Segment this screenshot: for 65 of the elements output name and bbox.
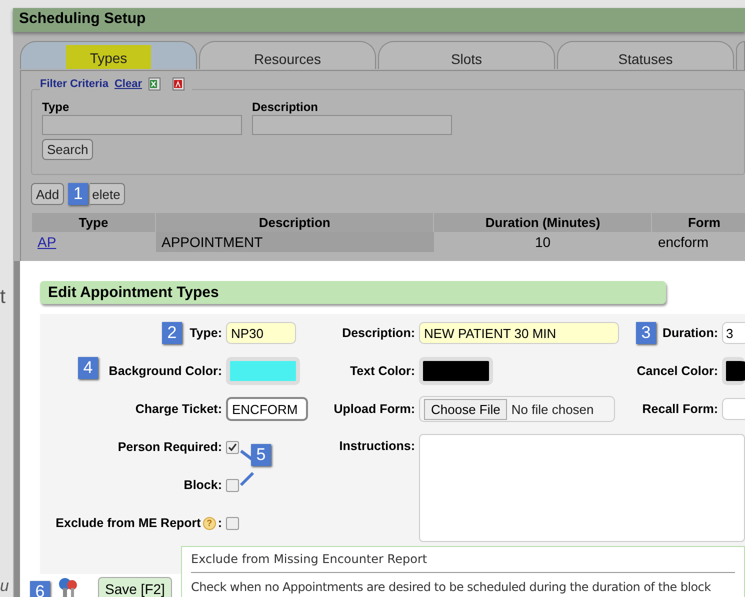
save-button[interactable]: Save [F2] [98,577,172,597]
tab[interactable]: Statuses [557,41,734,69]
field-label: Type [42,100,70,115]
color-swatch[interactable] [419,357,493,385]
field-label: Block: [184,478,222,492]
tooltip-text: Check when no Appointments are desired to be scheduled during the duration of the block [191,579,712,594]
callout-badge: 4 [78,357,98,379]
field-label: Recall Form: [642,402,718,416]
checkbox[interactable] [226,478,239,492]
filter-input[interactable] [42,115,242,135]
callout-badge: 1 [68,183,88,205]
dialog-title: Edit Appointment Types [40,281,666,304]
file-status: No file chosen [511,402,594,416]
field-label: Description [252,100,320,115]
field-label: Type: [190,326,222,340]
field-label: Charge Ticket: [135,402,222,416]
checkbox[interactable] [226,440,239,454]
label-colon: : [218,516,222,530]
color-swatch[interactable] [226,357,300,385]
column-header: Duration (Minutes) [434,213,652,232]
column-header: Type [32,213,156,232]
action-button[interactable]: Add [31,183,64,205]
callout-badge: 5 [251,444,271,466]
instructions-textarea[interactable] [419,434,745,542]
field-label: Background Color: [108,364,222,378]
callout-badge: 2 [162,322,182,344]
text-field[interactable]: NP30 [226,322,296,344]
column-header: Description [156,213,434,232]
field-label: Upload Form: [334,402,415,416]
tab[interactable] [736,41,745,70]
spreadsheet-icon[interactable] [148,77,162,91]
field-label: Description: [342,326,415,340]
file-field[interactable]: Choose File No file chosen [419,396,615,422]
color-swatch[interactable] [722,357,745,385]
checkbox[interactable] [226,516,239,530]
edge-text: t [0,286,6,309]
pdf-icon[interactable] [172,77,186,91]
tooltip-title: Exclude from Missing Encounter Report [191,547,735,573]
field-label: Text Color: [350,364,415,378]
tab[interactable]: Resources [199,41,376,69]
tab[interactable]: Types [20,41,197,69]
filter-input[interactable] [252,115,452,135]
filter-legend: Filter Criteria [40,78,108,90]
column-header: Form [652,213,745,232]
text-field[interactable]: ENCFORM [226,397,308,421]
clear-link[interactable]: Clear [114,78,142,90]
field-label: Cancel Color: [636,364,718,378]
field-label: Duration: [662,326,718,340]
text-field[interactable] [722,398,745,420]
type-link[interactable]: AP [38,234,56,250]
search-button[interactable]: Search [42,139,94,160]
page-title: Scheduling Setup [13,8,745,32]
edge-text: u [0,578,9,596]
callout-badge: 6 [30,581,50,597]
action-button[interactable]: elete [90,183,126,205]
table-cell: 10 [434,232,652,252]
field-label: Exclude from ME Report [56,516,201,530]
field-label: Person Required: [118,440,222,454]
table-cell-highlighted: APPOINTMENT [156,232,434,252]
field-label: Instructions: [339,439,415,453]
text-field[interactable]: NEW PATIENT 30 MIN [419,322,619,344]
text-field[interactable]: 3 [722,322,745,344]
callout-badge: 3 [636,322,656,344]
tab[interactable]: Slots [378,41,555,69]
choose-file-button[interactable]: Choose File [424,398,508,420]
